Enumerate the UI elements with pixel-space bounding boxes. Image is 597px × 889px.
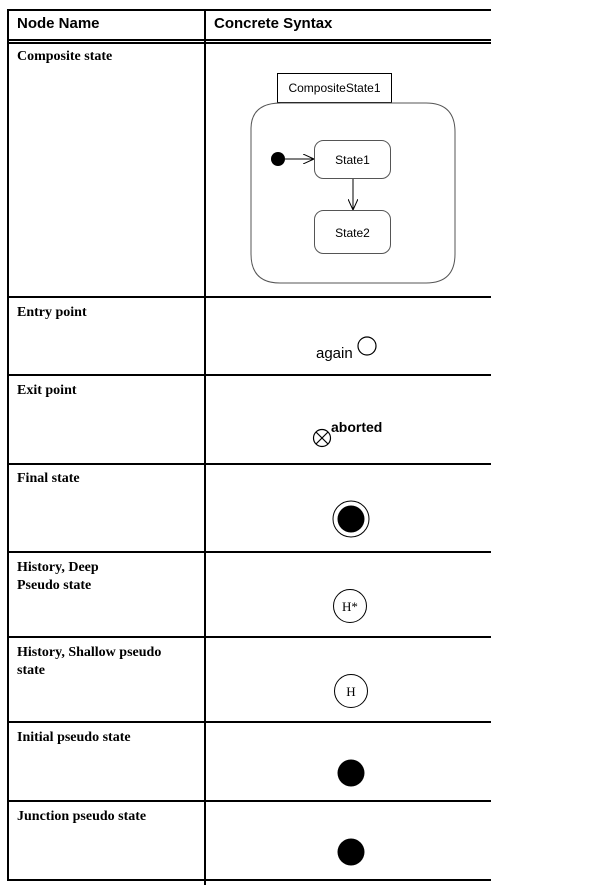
exit-point-crossed-circle-icon [312, 428, 332, 448]
entry-point-circle-icon [357, 336, 377, 356]
junction-pseudo-state-dot-icon [337, 838, 365, 866]
row-label-line: state [17, 663, 45, 678]
composite-name-tab: CompositeState1 [277, 73, 392, 103]
initial-dot-icon [271, 152, 285, 166]
composite-state-label: CompositeState1 [288, 81, 380, 95]
composite-state-diagram: CompositeState1 State1 State2 [206, 44, 491, 296]
row-label-exit-point: Exit point [17, 383, 77, 398]
table-left-border [7, 9, 9, 881]
history-deep-notation: H* [206, 553, 491, 636]
row-label-entry-point: Entry point [17, 305, 87, 320]
exit-point-notation: aborted [206, 376, 491, 463]
table-top-border [7, 9, 491, 11]
header-concrete-syntax: Concrete Syntax [214, 15, 333, 32]
junction-pseudo-state-notation [206, 802, 491, 879]
entry-point-notation: again [206, 298, 491, 374]
row-label-line: Pseudo state [17, 578, 92, 593]
initial-pseudo-state-notation [206, 723, 491, 800]
row-label-line: History, Shallow pseudo [17, 645, 162, 660]
state2-label: State2 [335, 226, 370, 240]
final-state-bullseye-icon [332, 500, 370, 538]
initial-pseudo-state-dot-icon [337, 759, 365, 787]
table-bottom-border [7, 879, 491, 881]
row-label-initial-pseudo-state: Initial pseudo state [17, 730, 131, 745]
history-shallow-text: H [346, 684, 355, 699]
header-node-name: Node Name [17, 15, 100, 32]
row-label-junction-pseudo-state: Junction pseudo state [17, 809, 147, 824]
header-divider-1 [7, 39, 491, 41]
row-label-line: History, Deep [17, 560, 99, 575]
row-label-final-state: Final state [17, 471, 80, 486]
final-state-notation [206, 465, 491, 551]
exit-point-text: aborted [331, 419, 382, 435]
entry-point-text: again [316, 345, 353, 362]
state1-label: State1 [335, 153, 370, 167]
row-label-history-shallow: History, Shallow pseudo state [17, 644, 197, 680]
history-deep-text: H* [342, 599, 358, 614]
history-shallow-notation: H [206, 638, 491, 721]
row-label-history-deep: History, Deep Pseudo state [17, 559, 197, 595]
row-label-composite-state: Composite state [17, 49, 113, 64]
